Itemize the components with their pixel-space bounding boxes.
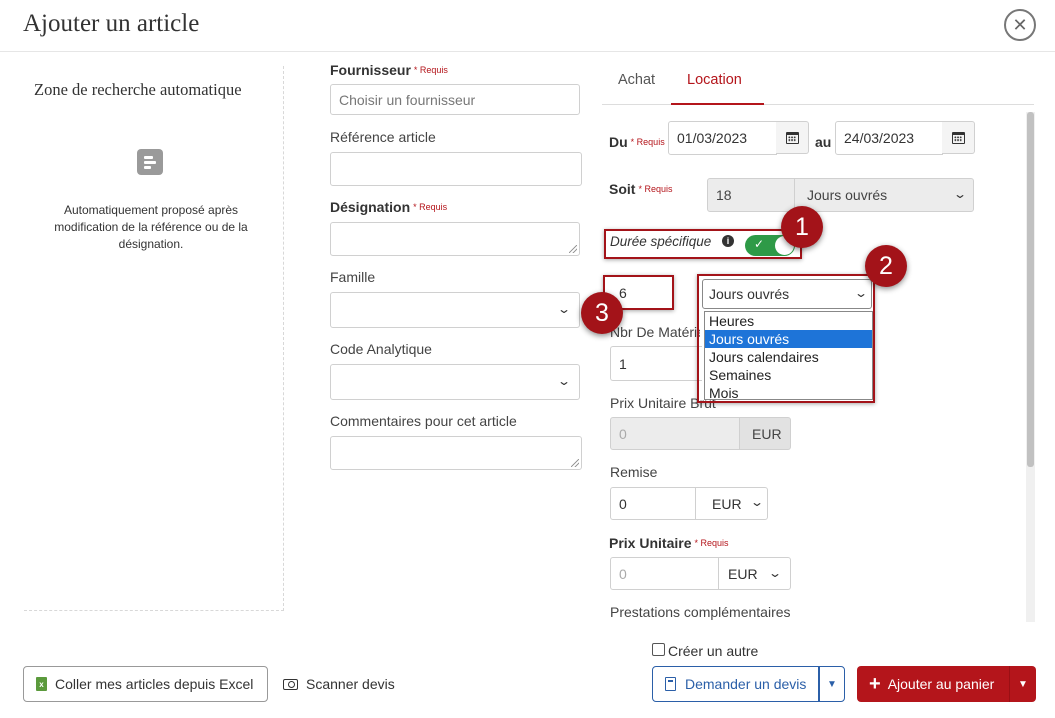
remise-unit-select[interactable]: EUR ⌄ bbox=[695, 487, 768, 520]
soit-value: 18 bbox=[707, 178, 795, 212]
code-analytique-select[interactable]: ⌄ bbox=[330, 364, 580, 400]
document-lines-icon bbox=[137, 149, 163, 175]
annotation-badge-1: 1 bbox=[781, 206, 823, 248]
reference-input[interactable] bbox=[330, 152, 582, 186]
annotation-badge-3: 3 bbox=[581, 292, 623, 334]
prix-unitaire-input[interactable]: 0 bbox=[610, 557, 719, 590]
chevron-down-icon: ⌄ bbox=[556, 302, 572, 316]
designation-textarea[interactable] bbox=[330, 222, 580, 256]
fournisseur-label: Fournisseur * Requis bbox=[330, 62, 448, 78]
au-date-input[interactable]: 24/03/2023 bbox=[835, 121, 943, 155]
calculator-icon bbox=[665, 677, 676, 691]
tab-achat[interactable]: Achat bbox=[618, 72, 655, 88]
calendar-icon bbox=[951, 131, 965, 144]
remise-label: Remise bbox=[610, 464, 658, 480]
chevron-down-icon: ⌄ bbox=[767, 566, 783, 580]
chevron-down-icon: ⌄ bbox=[556, 374, 572, 388]
chevron-down-icon: ⌄ bbox=[952, 187, 968, 201]
annotation-box-1 bbox=[604, 229, 802, 259]
creer-un-autre-label[interactable]: Créer un autre bbox=[668, 643, 758, 659]
auto-search-title: Zone de recherche automatique bbox=[34, 80, 242, 99]
chevron-down-icon: ⌄ bbox=[749, 495, 765, 509]
nbr-materiel-input[interactable]: 1 bbox=[610, 346, 702, 381]
paste-excel-button[interactable]: x Coller mes articles depuis Excel bbox=[23, 666, 268, 702]
ajouter-panier-button[interactable]: + Ajouter au panier bbox=[857, 666, 1009, 702]
tab-location[interactable]: Location bbox=[687, 72, 742, 88]
du-label: Du * Requis bbox=[609, 134, 665, 150]
close-icon[interactable]: ✕ bbox=[1004, 9, 1036, 41]
auto-search-zone: Zone de recherche automatique Automatiqu… bbox=[24, 66, 284, 611]
reference-label: Référence article bbox=[330, 129, 436, 145]
scan-devis-button[interactable]: Scanner devis bbox=[283, 666, 395, 702]
calendar-icon bbox=[785, 131, 799, 144]
remise-input[interactable]: 0 bbox=[610, 487, 696, 520]
commentaires-textarea[interactable] bbox=[330, 436, 582, 470]
caret-down-icon: ▼ bbox=[1018, 678, 1028, 690]
camera-icon bbox=[283, 678, 298, 690]
creer-un-autre-checkbox[interactable] bbox=[652, 643, 665, 656]
soit-label: Soit * Requis bbox=[609, 181, 673, 197]
panel-scrollbar[interactable] bbox=[1026, 112, 1035, 622]
tab-divider bbox=[602, 104, 1034, 105]
annotation-box-2 bbox=[697, 274, 875, 403]
scrollbar-thumb[interactable] bbox=[1027, 112, 1034, 467]
tab-active-indicator bbox=[671, 103, 764, 105]
au-calendar-button[interactable] bbox=[942, 121, 975, 154]
annotation-badge-2: 2 bbox=[865, 245, 907, 287]
scan-devis-label: Scanner devis bbox=[306, 676, 395, 692]
ajouter-panier-dropdown[interactable]: ▼ bbox=[1009, 666, 1036, 702]
famille-label: Famille bbox=[330, 269, 376, 285]
du-calendar-button[interactable] bbox=[776, 121, 809, 154]
prix-brut-input: 0 bbox=[610, 417, 740, 450]
dialog-header: Ajouter un article ✕ bbox=[0, 0, 1055, 52]
famille-select[interactable]: ⌄ bbox=[330, 292, 580, 328]
prestations-label: Prestations complémentaires bbox=[610, 604, 791, 620]
fournisseur-input[interactable]: Choisir un fournisseur bbox=[330, 84, 580, 115]
commentaires-label: Commentaires pour cet article bbox=[330, 413, 517, 429]
demander-devis-button[interactable]: Demander un devis bbox=[652, 666, 819, 702]
caret-down-icon: ▼ bbox=[827, 678, 837, 690]
prix-unitaire-currency-select[interactable]: EUR ⌄ bbox=[718, 557, 791, 590]
demander-devis-dropdown[interactable]: ▼ bbox=[819, 666, 845, 702]
fournisseur-placeholder: Choisir un fournisseur bbox=[339, 91, 476, 108]
dialog-title: Ajouter un article bbox=[23, 10, 200, 37]
demander-devis-label: Demander un devis bbox=[685, 676, 807, 692]
prix-brut-currency: EUR bbox=[739, 417, 791, 450]
du-date-input[interactable]: 01/03/2023 bbox=[668, 121, 777, 155]
designation-label: Désignation * Requis bbox=[330, 199, 448, 215]
au-label: au bbox=[815, 134, 832, 150]
code-analytique-label: Code Analytique bbox=[330, 341, 432, 357]
ajouter-panier-label: Ajouter au panier bbox=[887, 676, 995, 692]
plus-icon: + bbox=[869, 673, 881, 695]
paste-excel-label: Coller mes articles depuis Excel bbox=[55, 676, 254, 692]
soit-unit-select[interactable]: Jours ouvrés ⌄ bbox=[794, 178, 974, 212]
excel-icon: x bbox=[36, 677, 47, 691]
prix-unitaire-label: Prix Unitaire * Requis bbox=[609, 535, 729, 551]
nbr-materiel-label: Nbr De Matériel bbox=[610, 324, 700, 340]
auto-search-description: Automatiquement proposé après modificati… bbox=[54, 203, 248, 251]
